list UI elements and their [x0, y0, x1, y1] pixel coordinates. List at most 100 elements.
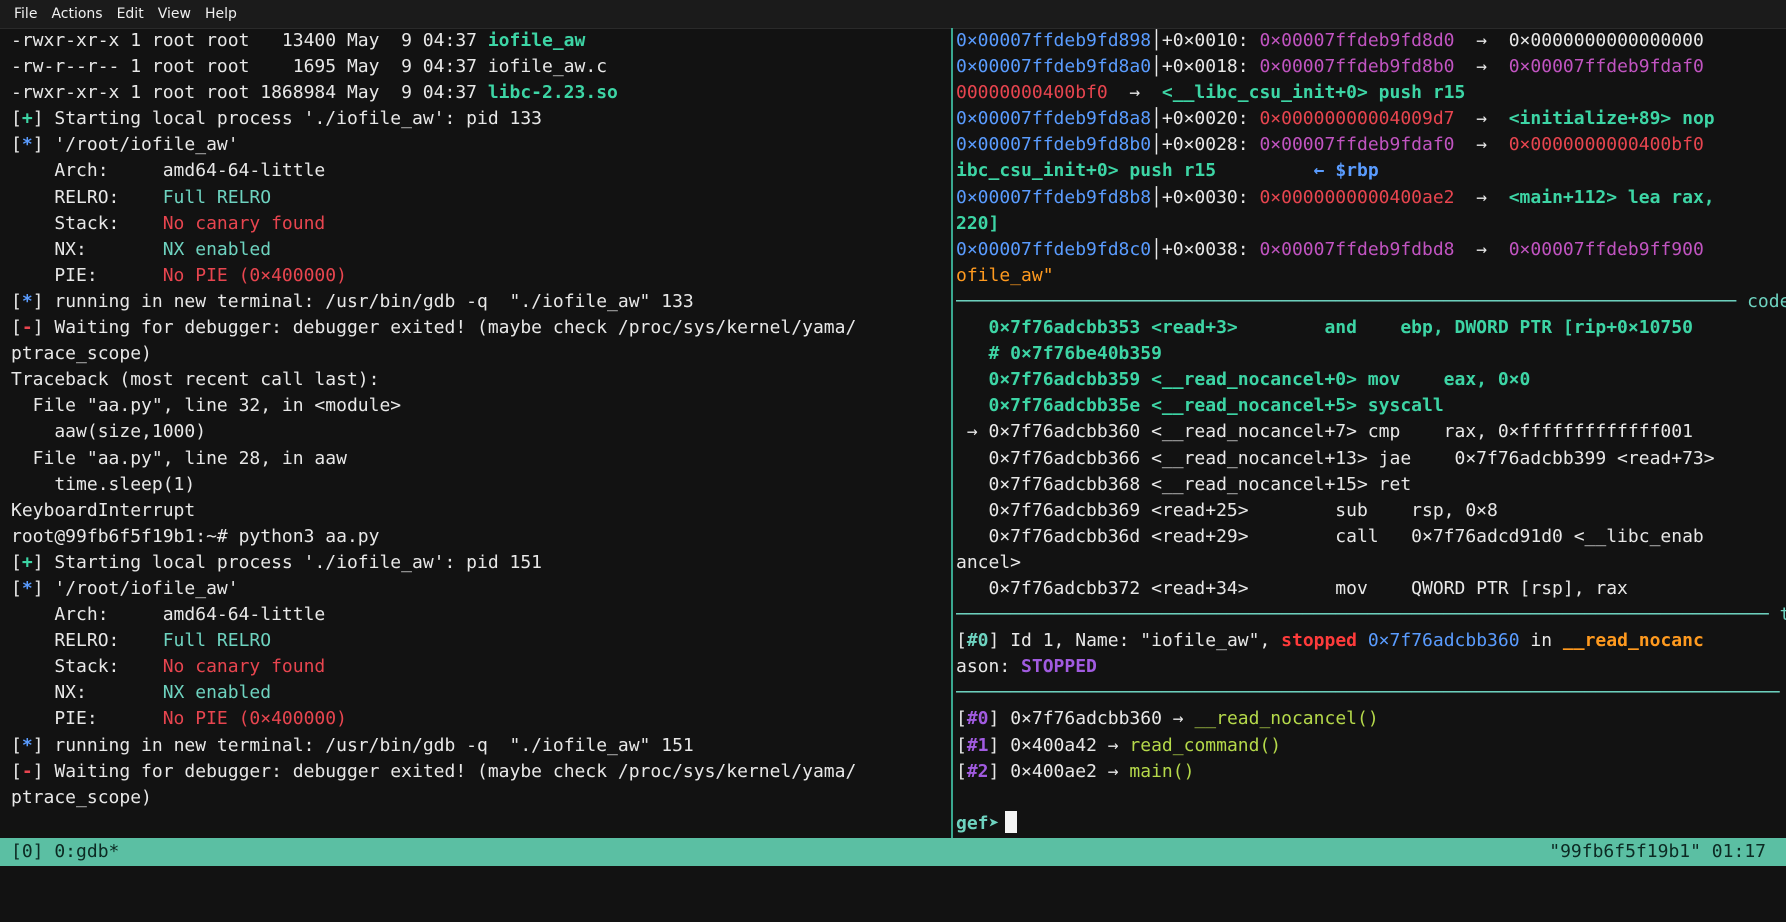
terminal-line: Stack: No canary found	[11, 211, 946, 237]
terminal-text: 220]	[956, 212, 1000, 234]
gdb-line: 0×7f76adcbb353 <read+3> and ebp, DWORD P…	[956, 315, 1786, 341]
terminal-text: │+0×0030:	[1151, 186, 1260, 208]
terminal-text: Stack:	[11, 212, 163, 234]
terminal-text: File "aa.py", line 28, in aaw	[11, 447, 347, 469]
gdb-line: 0×00007ffdeb9fd8a8│+0×0020: 0×0000000000…	[956, 106, 1786, 132]
gdb-line: 220]	[956, 211, 1786, 237]
terminal-text: NX:	[11, 238, 163, 260]
terminal-text: RELRO:	[11, 630, 163, 652]
terminal-text: 0×00007ffdeb9fd8b8	[956, 186, 1152, 208]
pane-divider[interactable]	[951, 28, 953, 838]
terminal-text: →	[1454, 134, 1509, 156]
terminal-text: -rw-r--r-- 1 root root 1695 May 9 04:37 …	[11, 56, 608, 78]
terminal-text: read_command()	[1129, 734, 1282, 756]
terminal-line: File "aa.py", line 32, in <module>	[11, 393, 946, 419]
terminal-text: [	[11, 134, 22, 156]
terminal-text: stopped	[1281, 630, 1357, 652]
terminal-text: libc-2.23.so	[487, 82, 618, 104]
terminal-line: Stack: No canary found	[11, 654, 946, 680]
terminal-line: RELRO: Full RELRO	[11, 628, 946, 654]
terminal-text: 0×0000000000400bf0	[1508, 134, 1704, 156]
terminal-text: Arch: amd64-64-little	[11, 160, 326, 182]
terminal-text: in	[1519, 630, 1563, 652]
terminal-line: Arch: amd64-64-little	[11, 602, 946, 628]
terminal-text: ] Id 1, Name: "iofile_aw",	[988, 630, 1282, 652]
terminal-text: ] Waiting for debugger: debugger exited!…	[32, 760, 857, 782]
terminal-text: ] 0×400ae2 →	[988, 760, 1130, 782]
terminal-text: 0×00007ffdeb9fdbd8	[1259, 238, 1455, 260]
terminal-line: [*] '/root/iofile_aw'	[11, 576, 946, 602]
terminal-line: NX: NX enabled	[11, 680, 946, 706]
terminal-line: [*] running in new terminal: /usr/bin/gd…	[11, 733, 946, 759]
left-terminal-pane[interactable]: -rwxr-xr-x 1 root root 13400 May 9 04:37…	[11, 28, 946, 838]
terminal-line: [*] running in new terminal: /usr/bin/gd…	[11, 289, 946, 315]
terminal-text: Traceback (most recent call last):	[11, 369, 380, 391]
terminal-text: 0×7f76adcbb360	[1367, 630, 1520, 652]
terminal-text: 0×00007ffdeb9fdaf0	[1259, 134, 1455, 156]
terminal-text: [	[11, 577, 22, 599]
terminal-text: File "aa.py", line 32, in <module>	[11, 395, 402, 417]
menu-view[interactable]: View	[151, 6, 198, 22]
terminal-line: RELRO: Full RELRO	[11, 185, 946, 211]
menu-actions[interactable]: Actions	[44, 6, 109, 22]
gdb-line	[956, 785, 1786, 811]
menu-help[interactable]: Help	[198, 6, 244, 22]
gdb-line: 0×7f76adcbb372 <read+34> mov QWORD PTR […	[956, 576, 1786, 602]
terminal-text: ofile_aw"	[956, 264, 1054, 286]
gdb-line: ason: STOPPED	[956, 654, 1786, 680]
gdb-line: 0×7f76adcbb35e <__read_nocancel+5> sysca…	[956, 393, 1786, 419]
terminal-text: 0×00007ffdeb9fdaf0	[1508, 56, 1704, 78]
terminal-line: [-] Waiting for debugger: debugger exite…	[11, 759, 946, 785]
terminal-text: NX:	[11, 682, 163, 704]
menu-file[interactable]: File	[0, 6, 44, 22]
terminal-text: │+0×0028:	[1151, 134, 1260, 156]
window-list[interactable]: [0] 0:gdb*	[11, 838, 119, 866]
terminal-text: <initialize+89> nop	[1508, 108, 1715, 130]
terminal-text: ] running in new terminal: /usr/bin/gdb …	[32, 290, 694, 312]
terminal-text: ] 0×400a42 →	[988, 734, 1130, 756]
terminal-text: [	[11, 760, 22, 782]
text-cursor[interactable]	[1005, 810, 1018, 833]
terminal-text: [	[11, 290, 22, 312]
terminal-text: 0×00007ffdeb9fd8c0	[956, 238, 1152, 260]
terminal-text: ] Starting local process './iofile_aw': …	[32, 108, 543, 130]
terminal-text: KeyboardInterrupt	[11, 499, 196, 521]
gdb-line: ────────────────────────────────────────…	[956, 602, 1786, 628]
terminal-text: [	[11, 317, 22, 339]
terminal-text: Full RELRO	[162, 186, 272, 208]
terminal-text: ] running in new terminal: /usr/bin/gdb …	[32, 734, 694, 756]
terminal-line: [+] Starting local process './iofile_aw'…	[11, 550, 946, 576]
terminal-text: No canary found	[162, 212, 326, 234]
gdb-line: ofile_aw"	[956, 263, 1786, 289]
gdb-line: [#0] Id 1, Name: "iofile_aw", stopped 0×…	[956, 628, 1786, 654]
gdb-prompt-line[interactable]: gef➤	[956, 810, 1786, 837]
menu-edit[interactable]: Edit	[110, 6, 151, 22]
terminal-text: __read_nocanc	[1562, 630, 1704, 652]
terminal-text: │+0×0010:	[1151, 30, 1260, 51]
terminal-text: 0×0000000000400ae2	[1259, 186, 1455, 208]
right-gdb-pane[interactable]: 0×00007ffdeb9fd898│+0×0010: 0×00007ffdeb…	[956, 28, 1786, 838]
terminal-text: ] 0×7f76adcbb360 →	[988, 708, 1195, 730]
terminal-text: ────────────────────────────────────────…	[956, 290, 1786, 312]
terminal-text: ptrace_scope)	[11, 786, 152, 808]
gdb-line: 0×7f76adcbb366 <__read_nocancel+13> jae …	[956, 446, 1786, 472]
terminal-text: ] Waiting for debugger: debugger exited!…	[32, 317, 857, 339]
terminal-text: -rwxr-xr-x 1 root root 13400 May 9 04:37	[11, 30, 488, 51]
gdb-line: 00000000400bf0 → <__libc_csu_init+0> pus…	[956, 80, 1786, 106]
terminal-text: → 0×0000000000000000	[1454, 30, 1704, 51]
terminal-text: Stack:	[11, 656, 163, 678]
terminal-text: ← $rbp	[1313, 160, 1379, 182]
gdb-line: → 0×7f76adcbb360 <__read_nocancel+7> cmp…	[956, 419, 1786, 445]
terminal-text: [	[956, 734, 967, 756]
terminal-line: PIE: No PIE (0×400000)	[11, 263, 946, 289]
terminal-line: KeyboardInterrupt	[11, 498, 946, 524]
gdb-line: ancel>	[956, 550, 1786, 576]
terminal-text: time.sleep(1)	[11, 473, 196, 495]
terminal-text: 0×00007ffdeb9ff900	[1508, 238, 1704, 260]
terminal-line: [+] Starting local process './iofile_aw'…	[11, 106, 946, 132]
terminal-line: -rwxr-xr-x 1 root root 13400 May 9 04:37…	[11, 28, 946, 54]
terminal-text: PIE:	[11, 264, 163, 286]
terminal-text: │+0×0038:	[1151, 238, 1260, 260]
terminal-text: ] '/root/iofile_aw'	[32, 134, 239, 156]
terminal-text: [	[956, 630, 967, 652]
